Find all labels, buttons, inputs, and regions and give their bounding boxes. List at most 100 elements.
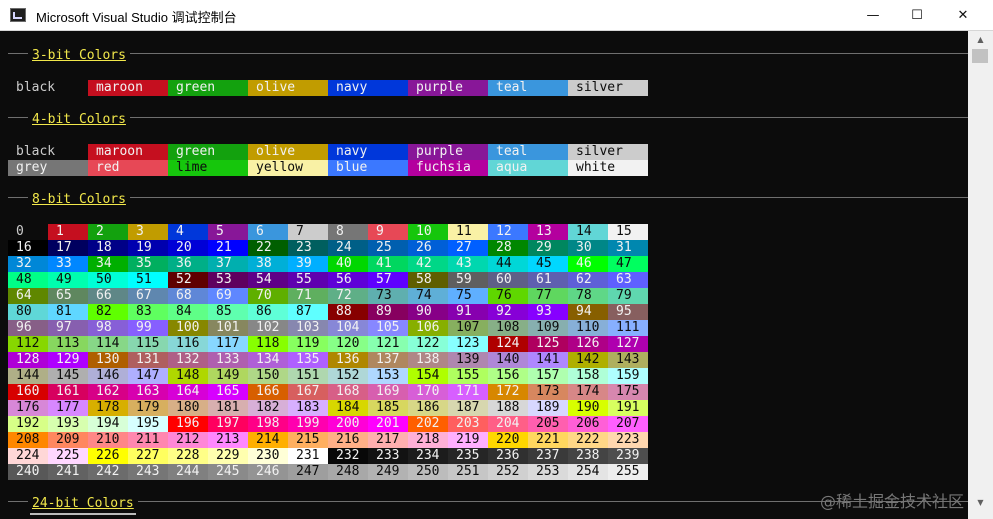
- color-index-217: 217: [368, 432, 408, 448]
- color-index-138: 138: [408, 352, 448, 368]
- color-index-202: 202: [408, 416, 448, 432]
- minimize-button[interactable]: —: [850, 0, 896, 31]
- color-index-178: 178: [88, 400, 128, 416]
- color-index-45: 45: [528, 256, 568, 272]
- color-index-255: 255: [608, 464, 648, 480]
- heading-24bit: 24-bit Colors: [28, 496, 138, 512]
- color-index-145: 145: [48, 368, 88, 384]
- color-index-92: 92: [488, 304, 528, 320]
- color-index-111: 111: [608, 320, 648, 336]
- color-index-232: 232: [328, 448, 368, 464]
- color-index-18: 18: [88, 240, 128, 256]
- color-index-70: 70: [248, 288, 288, 304]
- color-index-141: 141: [528, 352, 568, 368]
- color-index-236: 236: [488, 448, 528, 464]
- color-swatch-black: black: [16, 144, 56, 159]
- section-rule: [8, 197, 968, 198]
- color-index-183: 183: [288, 400, 328, 416]
- color-index-58: 58: [408, 272, 448, 288]
- color-index-241: 241: [48, 464, 88, 480]
- color-index-19: 19: [128, 240, 168, 256]
- color-index-179: 179: [128, 400, 168, 416]
- color-index-31: 31: [608, 240, 648, 256]
- color-index-130: 130: [88, 352, 128, 368]
- row-8bit: 32 33 34 35 36 37 38 39 40 41 42 43 44 45 46 47: [8, 256, 648, 272]
- color-index-142: 142: [568, 352, 608, 368]
- color-index-156: 156: [488, 368, 528, 384]
- color-index-120: 120: [328, 336, 368, 352]
- color-index-126: 126: [568, 336, 608, 352]
- color-index-59: 59: [448, 272, 488, 288]
- row-8bit: 224 225 226 227 228 229 230 231 232 233 234 235 236 2…: [8, 448, 648, 464]
- color-index-53: 53: [208, 272, 248, 288]
- color-index-158: 158: [568, 368, 608, 384]
- color-index-12: 12: [488, 224, 528, 240]
- color-index-83: 83: [128, 304, 168, 320]
- color-index-102: 102: [248, 320, 288, 336]
- color-index-3: 3: [128, 224, 168, 240]
- color-index-60: 60: [488, 272, 528, 288]
- scroll-down-icon[interactable]: ▼: [968, 494, 993, 511]
- maximize-button[interactable]: ☐: [894, 0, 940, 31]
- color-index-252: 252: [488, 464, 528, 480]
- color-index-143: 143: [608, 352, 648, 368]
- color-index-54: 54: [248, 272, 288, 288]
- color-index-134: 134: [248, 352, 288, 368]
- color-index-204: 204: [488, 416, 528, 432]
- color-index-122: 122: [408, 336, 448, 352]
- title-bar[interactable]: Microsoft Visual Studio 调试控制台 — ☐ ✕: [0, 0, 993, 31]
- color-index-68: 68: [168, 288, 208, 304]
- color-index-194: 194: [88, 416, 128, 432]
- color-index-222: 222: [568, 432, 608, 448]
- color-index-94: 94: [568, 304, 608, 320]
- color-index-22: 22: [248, 240, 288, 256]
- color-index-89: 89: [368, 304, 408, 320]
- color-index-233: 233: [368, 448, 408, 464]
- color-index-35: 35: [128, 256, 168, 272]
- close-button[interactable]: ✕: [940, 0, 986, 31]
- color-index-5: 5: [208, 224, 248, 240]
- row-8bit: 64 65 66 67 68 69 70 71 72 73 74 75 76 77 78 79: [8, 288, 648, 304]
- color-index-215: 215: [288, 432, 328, 448]
- color-index-104: 104: [328, 320, 368, 336]
- color-index-218: 218: [408, 432, 448, 448]
- color-index-144: 144: [8, 368, 48, 384]
- color-swatch-teal: teal: [488, 144, 568, 160]
- color-index-221: 221: [528, 432, 568, 448]
- heading-8bit: 8-bit Colors: [28, 192, 130, 208]
- color-index-184: 184: [328, 400, 368, 416]
- color-swatch-green: green: [168, 144, 248, 160]
- color-index-87: 87: [288, 304, 328, 320]
- color-index-32: 32: [8, 256, 48, 272]
- color-index-161: 161: [48, 384, 88, 400]
- color-index-116: 116: [168, 336, 208, 352]
- color-index-42: 42: [408, 256, 448, 272]
- color-index-163: 163: [128, 384, 168, 400]
- color-index-250: 250: [408, 464, 448, 480]
- color-index-81: 81: [48, 304, 88, 320]
- row-8bit: 160 161 162 163 164 165 166 167 168 169 170 171 172 1…: [8, 384, 648, 400]
- color-index-166: 166: [248, 384, 288, 400]
- color-swatch-maroon: maroon: [88, 80, 168, 96]
- color-index-160: 160: [8, 384, 48, 400]
- color-index-2: 2: [88, 224, 128, 240]
- color-index-169: 169: [368, 384, 408, 400]
- color-index-118: 118: [248, 336, 288, 352]
- scroll-thumb[interactable]: [972, 49, 988, 63]
- color-index-44: 44: [488, 256, 528, 272]
- color-index-248: 248: [328, 464, 368, 480]
- color-index-26: 26: [408, 240, 448, 256]
- color-index-74: 74: [408, 288, 448, 304]
- console-output[interactable]: 3-bit Colors black maroon green olive navy pu…: [0, 31, 968, 519]
- color-index-207: 207: [608, 416, 648, 432]
- color-index-203: 203: [448, 416, 488, 432]
- scroll-up-icon[interactable]: ▲: [968, 31, 993, 48]
- color-index-192: 192: [8, 416, 48, 432]
- color-swatch-olive: olive: [248, 144, 328, 160]
- color-index-254: 254: [568, 464, 608, 480]
- color-index-79: 79: [608, 288, 648, 304]
- color-index-190: 190: [568, 400, 608, 416]
- color-index-63: 63: [608, 272, 648, 288]
- color-index-61: 61: [528, 272, 568, 288]
- vertical-scrollbar[interactable]: ▲ ▼: [968, 31, 993, 519]
